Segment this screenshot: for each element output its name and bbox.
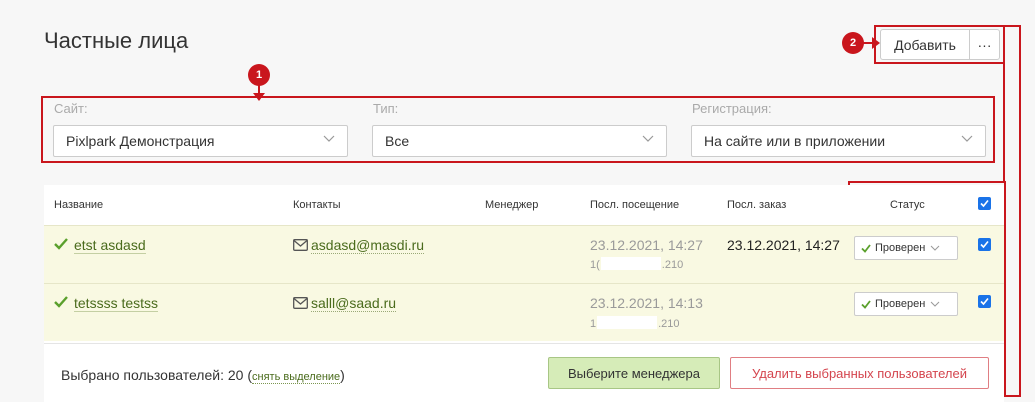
column-header-name[interactable]: Название: [54, 199, 103, 211]
last-visit-ip: 1 .210: [590, 316, 680, 330]
annotation-connector: [1004, 25, 1021, 27]
column-header-contacts[interactable]: Контакты: [293, 199, 341, 211]
user-email-link[interactable]: salll@saad.ru: [311, 295, 397, 312]
chevron-down-icon: [961, 135, 973, 142]
status-value: Проверен: [875, 242, 926, 254]
chevron-down-icon: [642, 135, 654, 142]
add-button-highlight-box: [874, 25, 1005, 64]
unselect-link[interactable]: снять выделение: [252, 371, 341, 384]
row-checkbox[interactable]: [978, 295, 991, 308]
select-all-checkbox[interactable]: [978, 197, 991, 210]
column-header-manager[interactable]: Менеджер: [485, 199, 538, 211]
annotation-connector: [1003, 62, 1005, 183]
ip-prefix: 1(: [590, 259, 600, 271]
registration-filter-label: Регистрация:: [692, 101, 772, 116]
choose-manager-button[interactable]: Выберите менеджера: [548, 357, 720, 389]
column-header-status[interactable]: Статус: [890, 199, 925, 211]
annotation-connector: [1019, 25, 1021, 397]
check-icon: [980, 199, 989, 208]
user-name-link[interactable]: etst asdasd: [74, 237, 146, 254]
ip-prefix: 1: [590, 318, 597, 330]
verified-check-icon: [54, 296, 68, 308]
status-select[interactable]: Проверен: [854, 236, 958, 260]
page-title: Частные лица: [44, 28, 189, 53]
check-icon: [980, 297, 989, 306]
envelope-icon: [293, 297, 308, 309]
registration-filter-select[interactable]: На сайте или в приложении: [691, 125, 986, 157]
type-filter-value: Все: [385, 133, 410, 149]
check-icon: [861, 243, 871, 253]
last-visit-date: 23.12.2021, 14:13: [590, 295, 703, 311]
column-header-last-visit[interactable]: Посл. посещение: [590, 199, 679, 211]
chevron-down-icon: [930, 245, 940, 251]
status-select[interactable]: Проверен: [854, 292, 958, 316]
check-icon: [861, 299, 871, 309]
annotation-marker-2: 2: [842, 32, 864, 54]
check-icon: [980, 240, 989, 249]
ip-redaction: [600, 257, 661, 270]
delete-selected-users-button[interactable]: Удалить выбранных пользователей: [730, 357, 989, 389]
ip-redaction: [597, 316, 658, 329]
chevron-down-icon: [323, 135, 335, 142]
user-name-link[interactable]: tetssss testss: [74, 295, 159, 312]
column-header-last-order[interactable]: Посл. заказ: [727, 199, 786, 211]
last-order-date: 23.12.2021, 14:27: [727, 237, 840, 253]
annotation-connector: [1004, 395, 1021, 397]
last-visit-date: 23.12.2021, 14:27: [590, 237, 703, 253]
site-filter-label: Сайт:: [54, 101, 88, 116]
annotation-arrow-down: [253, 84, 265, 101]
annotation-arrow-right: [863, 37, 880, 49]
site-filter-select[interactable]: Pixlpark Демонстрация: [53, 125, 348, 157]
status-value: Проверен: [875, 298, 926, 310]
ip-suffix: .210: [658, 318, 680, 330]
ip-suffix: .210: [661, 259, 684, 271]
annotation-marker-1: 1: [248, 64, 270, 86]
chevron-down-icon: [930, 301, 940, 307]
site-filter-value: Pixlpark Демонстрация: [66, 133, 215, 149]
verified-check-icon: [54, 238, 68, 250]
type-filter-select[interactable]: Все: [372, 125, 667, 157]
envelope-icon: [293, 239, 308, 251]
registration-filter-value: На сайте или в приложении: [704, 133, 886, 149]
selected-users-label: Выбрано пользователей: 20: [61, 367, 244, 383]
type-filter-label: Тип:: [373, 101, 399, 116]
row-checkbox[interactable]: [978, 238, 991, 251]
last-visit-ip: 1( .210: [590, 257, 683, 271]
selected-users-count: Выбрано пользователей: 20 (снять выделен…: [61, 367, 345, 384]
user-email-link[interactable]: asdasd@masdi.ru: [311, 237, 425, 254]
